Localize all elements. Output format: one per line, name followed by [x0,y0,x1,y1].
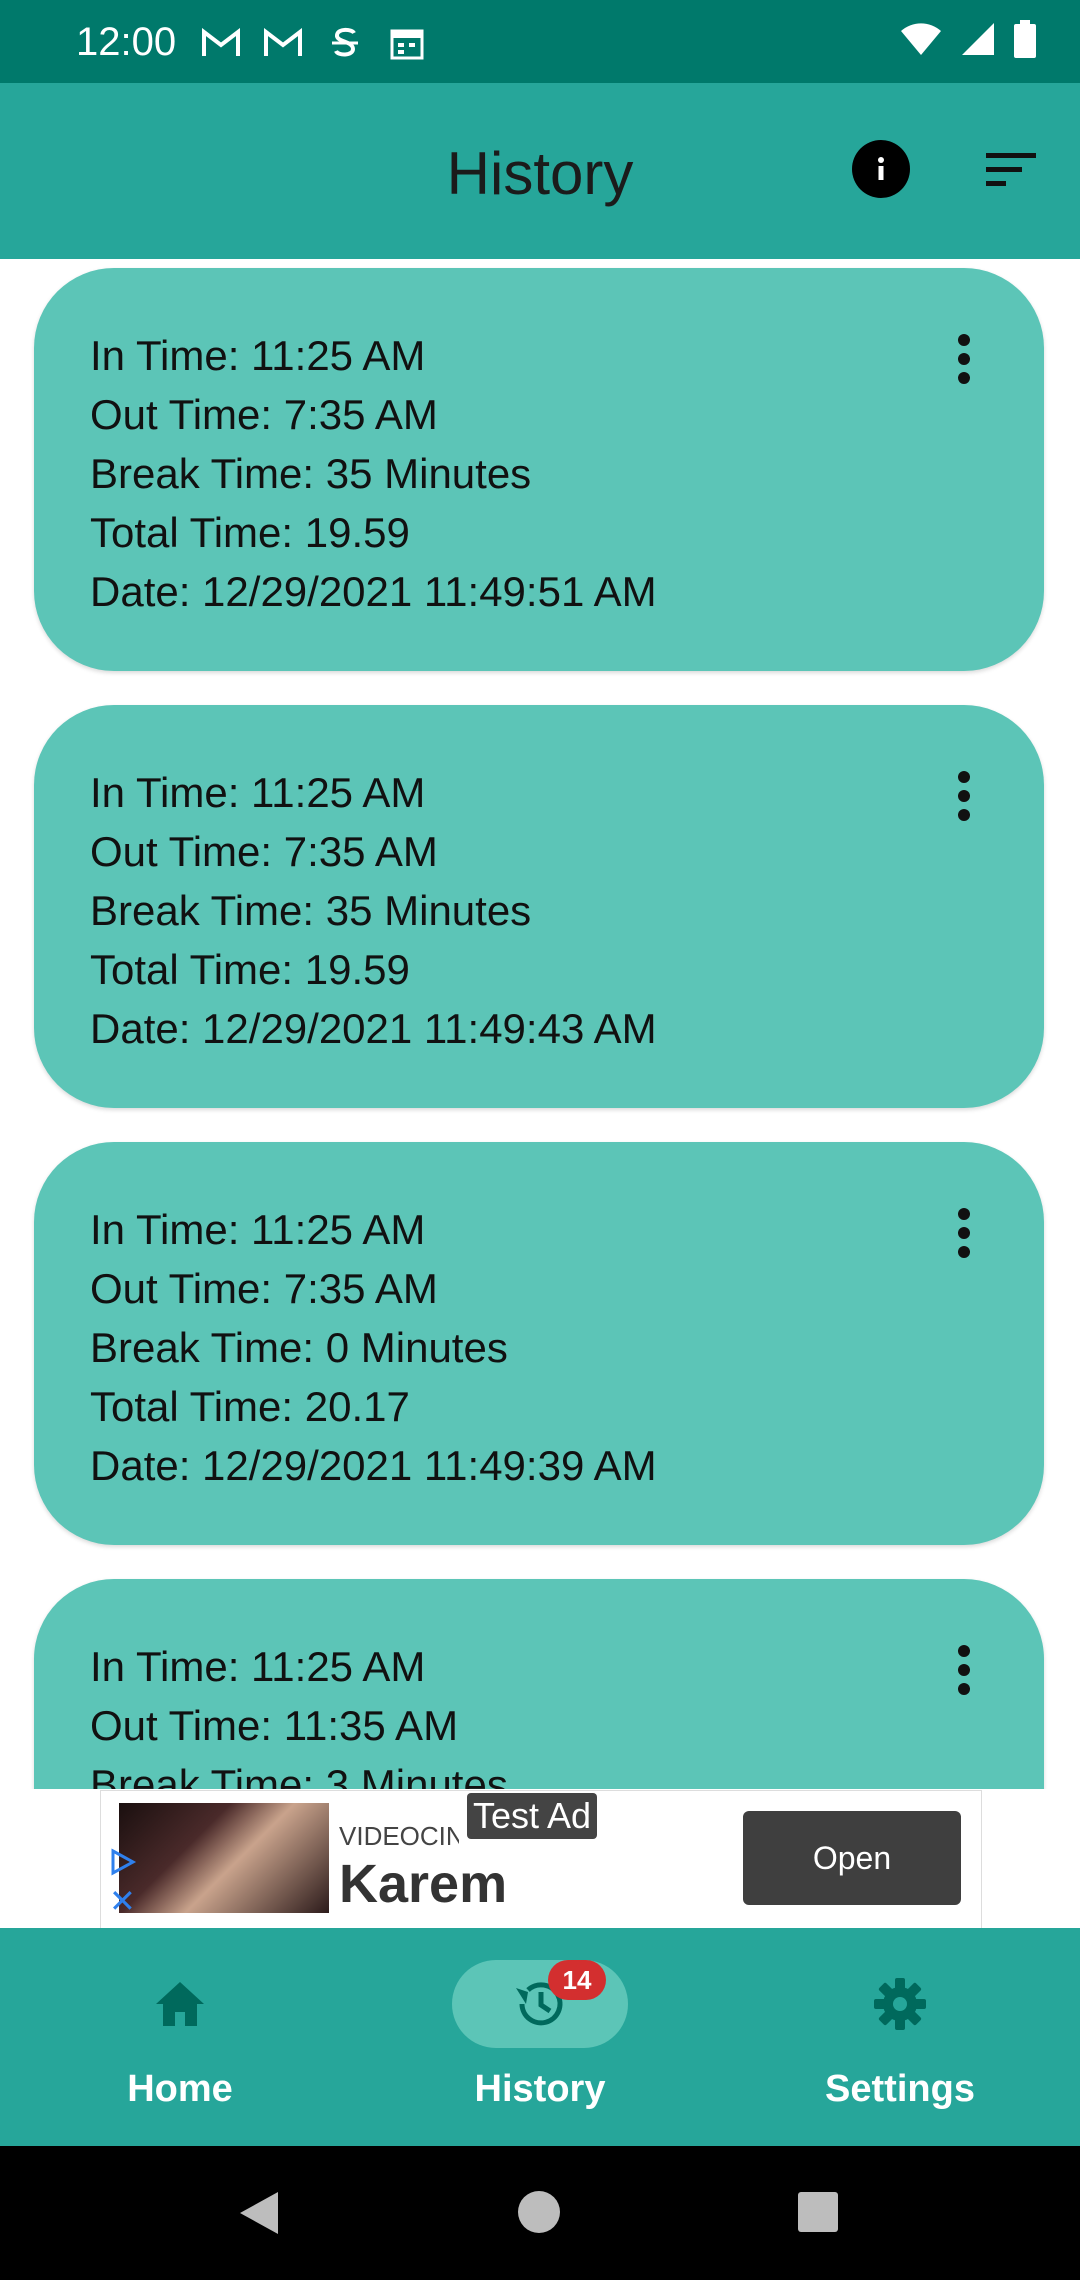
app-bar: History [0,83,1080,259]
signal-icon [962,23,994,55]
s-app-icon [324,22,366,64]
home-icon[interactable] [92,1960,268,2048]
more-vert-icon[interactable] [954,1645,974,1695]
ad-image[interactable] [119,1803,329,1913]
more-vert-icon[interactable] [954,334,974,384]
date-text: Date: 12/29/2021 11:49:43 AM [90,1005,657,1052]
nav-home[interactable]: Home [0,1928,360,2146]
bottom-navigation: Home 14 History Settings [0,1928,1080,2146]
battery-icon [1014,20,1036,58]
total-time-text: Total Time: 19.59 [90,946,410,993]
gear-icon[interactable] [812,1960,988,2048]
break-time-text: Break Time: 3 Minutes [90,1761,508,1789]
history-list[interactable]: In Time: 11:25 AM Out Time: 7:35 AM Brea… [0,259,1080,1789]
notification-icons [200,22,428,64]
nav-home-label: Home [127,2068,233,2110]
more-vert-icon[interactable] [954,771,974,821]
system-status-icons [900,20,1036,58]
in-time-text: In Time: 11:25 AM [90,1206,426,1253]
gmail-icon [200,22,242,64]
nav-settings-label: Settings [825,2068,975,2110]
nav-history-label: History [474,2068,606,2110]
ad-close-icon[interactable]: ✕ [109,1885,136,1917]
out-time-text: Out Time: 7:35 AM [90,828,438,875]
history-card[interactable]: In Time: 11:25 AM Out Time: 11:35 AM Bre… [34,1579,1044,1789]
history-icon[interactable]: 14 [452,1960,628,2048]
break-time-text: Break Time: 35 Minutes [90,450,532,497]
history-card[interactable]: In Time: 11:25 AM Out Time: 7:35 AM Brea… [34,268,1044,671]
ad-banner[interactable]: ✕ VIDEOCINE Karem Test Ad Open [100,1790,982,1930]
out-time-text: Out Time: 11:35 AM [90,1702,459,1749]
history-card[interactable]: In Time: 11:25 AM Out Time: 7:35 AM Brea… [34,705,1044,1108]
ad-open-button[interactable]: Open [743,1811,961,1905]
home-circle-icon[interactable] [518,2191,560,2233]
page-title: History [446,140,634,207]
sort-icon[interactable] [982,149,1042,191]
in-time-text: In Time: 11:25 AM [90,769,426,816]
ad-title[interactable]: Karem [339,1853,507,1915]
wifi-icon [901,23,941,55]
status-time: 12:00 [76,20,177,64]
calendar-icon [386,22,428,64]
ad-test-label: Test Ad [467,1793,598,1839]
recents-icon[interactable] [798,2192,838,2232]
break-time-text: Break Time: 0 Minutes [90,1324,508,1371]
status-bar: 12:00 [0,0,1080,83]
out-time-text: Out Time: 7:35 AM [90,391,438,438]
out-time-text: Out Time: 7:35 AM [90,1265,438,1312]
more-vert-icon[interactable] [954,1208,974,1258]
info-icon[interactable] [852,140,910,198]
date-text: Date: 12/29/2021 11:49:39 AM [90,1442,657,1489]
in-time-text: In Time: 11:25 AM [90,1643,426,1690]
ad-brand: VIDEOCINE [339,1821,459,1851]
date-text: Date: 12/29/2021 11:49:51 AM [90,568,657,615]
total-time-text: Total Time: 19.59 [90,509,410,556]
total-time-text: Total Time: 20.17 [90,1383,410,1430]
gmail-icon [262,22,304,64]
break-time-text: Break Time: 35 Minutes [90,887,532,934]
in-time-text: In Time: 11:25 AM [90,332,426,379]
history-card[interactable]: In Time: 11:25 AM Out Time: 7:35 AM Brea… [34,1142,1044,1545]
adchoices-icon[interactable] [107,1847,137,1877]
system-navigation-bar [0,2146,1080,2280]
nav-settings[interactable]: Settings [720,1928,1080,2146]
back-icon[interactable] [236,2190,282,2236]
history-badge: 14 [548,1960,606,2000]
nav-history[interactable]: 14 History [360,1928,720,2146]
